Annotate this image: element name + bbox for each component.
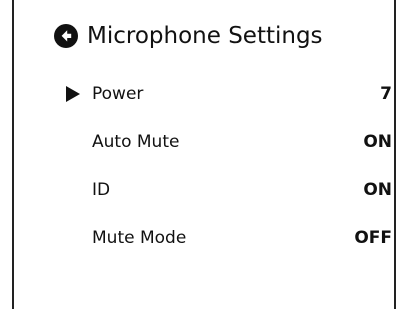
menu-item-value: OFF <box>354 228 392 248</box>
menu-item-label: ID <box>92 180 111 200</box>
menu-item-left: ID <box>66 179 110 201</box>
menu-item-label: Auto Mute <box>92 132 180 152</box>
device-screen: Microphone Settings Power 7 Auto Mute ON <box>12 0 396 309</box>
menu-item-id[interactable]: ID ON <box>66 166 392 214</box>
menu-item-power[interactable]: Power 7 <box>66 70 392 118</box>
header: Microphone Settings <box>54 20 323 52</box>
page-title: Microphone Settings <box>87 23 323 49</box>
menu-item-auto-mute[interactable]: Auto Mute ON <box>66 118 392 166</box>
menu-item-value: ON <box>363 132 392 152</box>
menu-item-value: 7 <box>380 84 392 104</box>
menu-item-left: Mute Mode <box>66 227 186 249</box>
menu-item-left: Power <box>66 83 143 105</box>
settings-menu: Power 7 Auto Mute ON ID ON Mute Mode OFF <box>66 70 392 262</box>
menu-item-mute-mode[interactable]: Mute Mode OFF <box>66 214 392 262</box>
menu-item-label: Power <box>92 84 144 104</box>
menu-item-label: Mute Mode <box>92 228 187 248</box>
menu-item-value: ON <box>363 180 392 200</box>
back-arrow-circle-icon[interactable] <box>54 24 78 48</box>
selection-pointer-icon <box>66 86 80 102</box>
menu-item-left: Auto Mute <box>66 131 179 153</box>
